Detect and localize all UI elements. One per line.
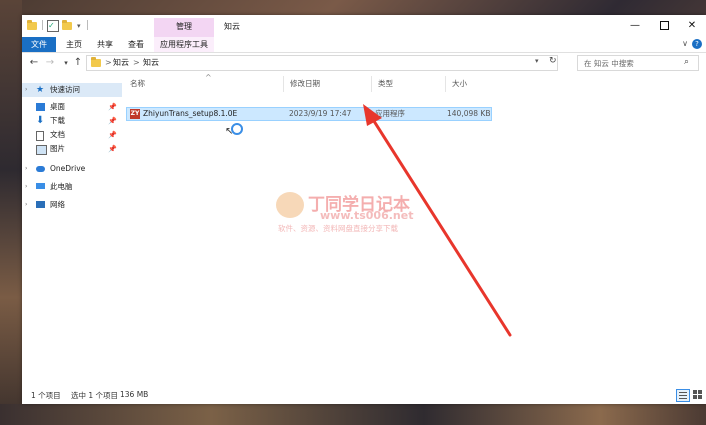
arrow-head bbox=[363, 104, 382, 126]
arrow-shaft bbox=[370, 116, 512, 337]
annotation-arrow bbox=[363, 104, 512, 337]
